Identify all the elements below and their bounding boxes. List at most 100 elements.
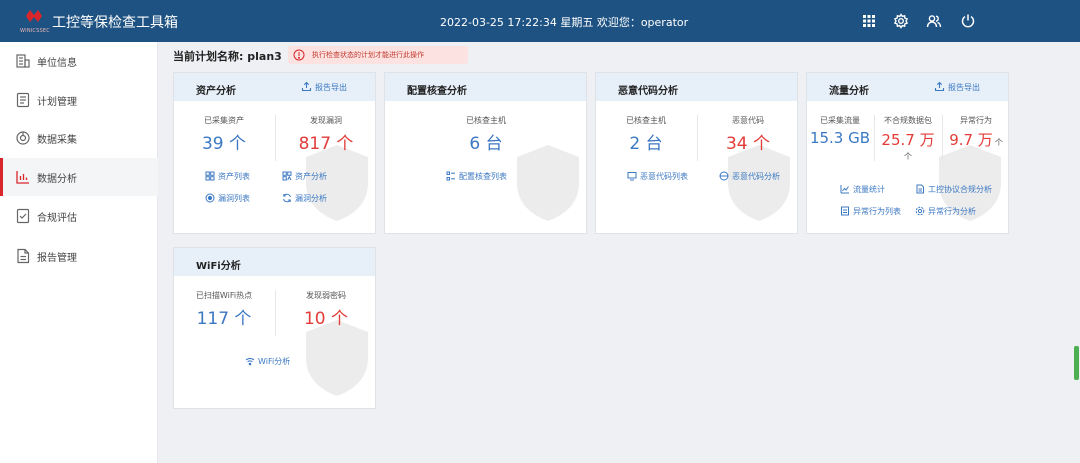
- collect-icon: [15, 130, 31, 146]
- shield-watermark-icon: [513, 143, 583, 223]
- welcome-text: 欢迎您：operator: [596, 16, 689, 29]
- asset-analysis-card: 资产分析 报告导出 已采集资产 39 个 发现漏洞 817 个 资产列表 资产分…: [173, 72, 376, 234]
- warning-banner: 执行检查状态的计划才能进行此操作: [288, 46, 468, 64]
- bug-icon: [719, 171, 729, 181]
- stat-label: 发现漏洞: [310, 116, 342, 125]
- stat-unit: 个: [994, 138, 1003, 147]
- traffic-analysis-card: 流量分析 报告导出 已采集流量 15.3 GB 不合规数据包 25.7 万 个 …: [806, 72, 1009, 234]
- sidebar-item-label: 合规评估: [37, 213, 77, 224]
- sidebar-item-label: 数据分析: [37, 174, 77, 185]
- stat-value: 9.7 万个: [943, 129, 1008, 150]
- stat-value: 117 个: [196, 309, 252, 329]
- card-header: 资产分析 报告导出: [174, 73, 375, 101]
- current-plan: 当前计划名称: plan3: [173, 48, 282, 64]
- target-icon: [205, 193, 215, 203]
- power-icon[interactable]: [960, 13, 976, 29]
- warning-icon: [293, 49, 305, 61]
- export-label: 报告导出: [948, 83, 980, 92]
- app-logo: WINICSSEC: [20, 6, 50, 36]
- compliance-icon: [15, 208, 31, 224]
- stat-value: 6 台: [469, 134, 503, 154]
- link-label: 漏洞分析: [295, 194, 327, 203]
- stat-label: 不合规数据包: [884, 116, 932, 125]
- gear-icon[interactable]: [893, 13, 909, 29]
- stat-value: 25.7 万: [881, 131, 935, 149]
- stat-label: 发现弱密码: [306, 291, 346, 300]
- stat-value: 817 个: [298, 134, 354, 154]
- sidebar-item-label: 计划管理: [37, 97, 77, 108]
- sidebar: 单位信息 计划管理 数据采集 数据分析 合规评估 报告管理: [0, 42, 158, 463]
- plan-icon: [15, 92, 31, 108]
- plan-name: plan3: [247, 50, 282, 63]
- shield-watermark-icon: [302, 143, 372, 223]
- grid-list-icon: [205, 171, 215, 181]
- card-title: 恶意代码分析: [618, 86, 678, 97]
- stat-weak-passwords: 发现弱密码 10 个: [278, 290, 374, 329]
- scrollbar-thumb[interactable]: [1074, 346, 1079, 380]
- document-icon: [915, 184, 925, 194]
- sidebar-item-analysis[interactable]: 数据分析: [0, 158, 158, 196]
- stat-value: 15.3 GB: [809, 129, 871, 147]
- stat-number: 9.7 万: [949, 131, 993, 149]
- link-label: 恶意代码分析: [732, 172, 780, 181]
- weekday: 星期五: [560, 16, 594, 29]
- stat-malware-count: 恶意代码 34 个: [700, 115, 796, 154]
- link-label: 漏洞列表: [218, 194, 250, 203]
- datetime: 2022-03-25 17:22:34: [440, 16, 557, 29]
- link-label: WiFi分析: [258, 357, 291, 366]
- upload-icon: [301, 81, 312, 92]
- users-icon[interactable]: [926, 13, 942, 29]
- sidebar-item-unit-info[interactable]: 单位信息: [0, 42, 158, 80]
- stat-value: 10 个: [303, 309, 349, 329]
- link-label: 流量统计: [853, 185, 885, 194]
- link-label: 恶意代码列表: [640, 172, 688, 181]
- sidebar-item-compliance[interactable]: 合规评估: [0, 197, 158, 235]
- config-list-icon: [446, 171, 456, 181]
- stat-label: 已采集资产: [204, 116, 244, 125]
- sidebar-item-label: 单位信息: [37, 58, 77, 69]
- stat-value: 34 个: [725, 134, 771, 154]
- card-header: 流量分析 报告导出: [807, 73, 1008, 101]
- grid-icon[interactable]: [861, 13, 877, 29]
- sidebar-item-report[interactable]: 报告管理: [0, 237, 158, 275]
- stat-collected-traffic: 已采集流量 15.3 GB: [807, 115, 873, 147]
- stat-label: 异常行为: [960, 116, 992, 125]
- stat-label: 已核查主机: [466, 116, 506, 125]
- link-label: 工控协议合规分析: [928, 185, 992, 194]
- stat-label: 已核查主机: [626, 116, 666, 125]
- chart-icon: [15, 169, 31, 185]
- divider: [697, 115, 698, 161]
- plan-label: 当前计划名称:: [173, 50, 244, 63]
- malware-analysis-card: 恶意代码分析 已核查主机 2 台 恶意代码 34 个 恶意代码列表 恶意代码分析: [595, 72, 798, 234]
- sidebar-item-label: 数据采集: [37, 135, 77, 146]
- link-label: 资产列表: [218, 172, 250, 181]
- top-header: WINICSSEC 工控等保检查工具箱 2022-03-25 17:22:34 …: [0, 0, 1080, 42]
- card-title: WiFi分析: [196, 261, 241, 272]
- header-status: 2022-03-25 17:22:34 星期五 欢迎您：operator: [440, 14, 688, 30]
- wifi-icon: [245, 356, 255, 366]
- wifi-analysis-card: WiFi分析 已扫描WiFi热点 117 个 发现弱密码 10 个 WiFi分析: [173, 247, 376, 409]
- sidebar-item-plan[interactable]: 计划管理: [0, 81, 158, 119]
- upload-icon: [934, 81, 945, 92]
- stat-label: 已采集流量: [820, 116, 860, 125]
- warning-text: 执行检查状态的计划才能进行此操作: [312, 51, 424, 59]
- sidebar-item-collect[interactable]: 数据采集: [0, 119, 158, 157]
- logo-text: WINICSSEC: [20, 28, 50, 34]
- divider: [275, 290, 276, 336]
- stat-label: 已扫描WiFi热点: [195, 291, 253, 300]
- card-title: 配置核查分析: [407, 86, 467, 97]
- shield-watermark-icon: [302, 318, 372, 398]
- app-title: 工控等保检查工具箱: [52, 15, 178, 31]
- building-icon: [15, 53, 31, 69]
- stat-unit: 个: [904, 152, 912, 161]
- stat-scanned-hotspots: 已扫描WiFi热点 117 个: [176, 290, 272, 329]
- divider: [275, 115, 276, 161]
- grid-chart-icon: [282, 171, 292, 181]
- config-check-card: 配置核查分析 已核查主机 6 台 配置核查列表: [384, 72, 587, 234]
- stat-abnormal-behavior: 异常行为 9.7 万个: [943, 115, 1008, 150]
- report-icon: [15, 248, 31, 264]
- card-title: 资产分析: [196, 86, 236, 97]
- card-header: WiFi分析: [174, 248, 375, 276]
- list-doc-icon: [840, 206, 850, 216]
- logo-mark-icon: [24, 8, 44, 24]
